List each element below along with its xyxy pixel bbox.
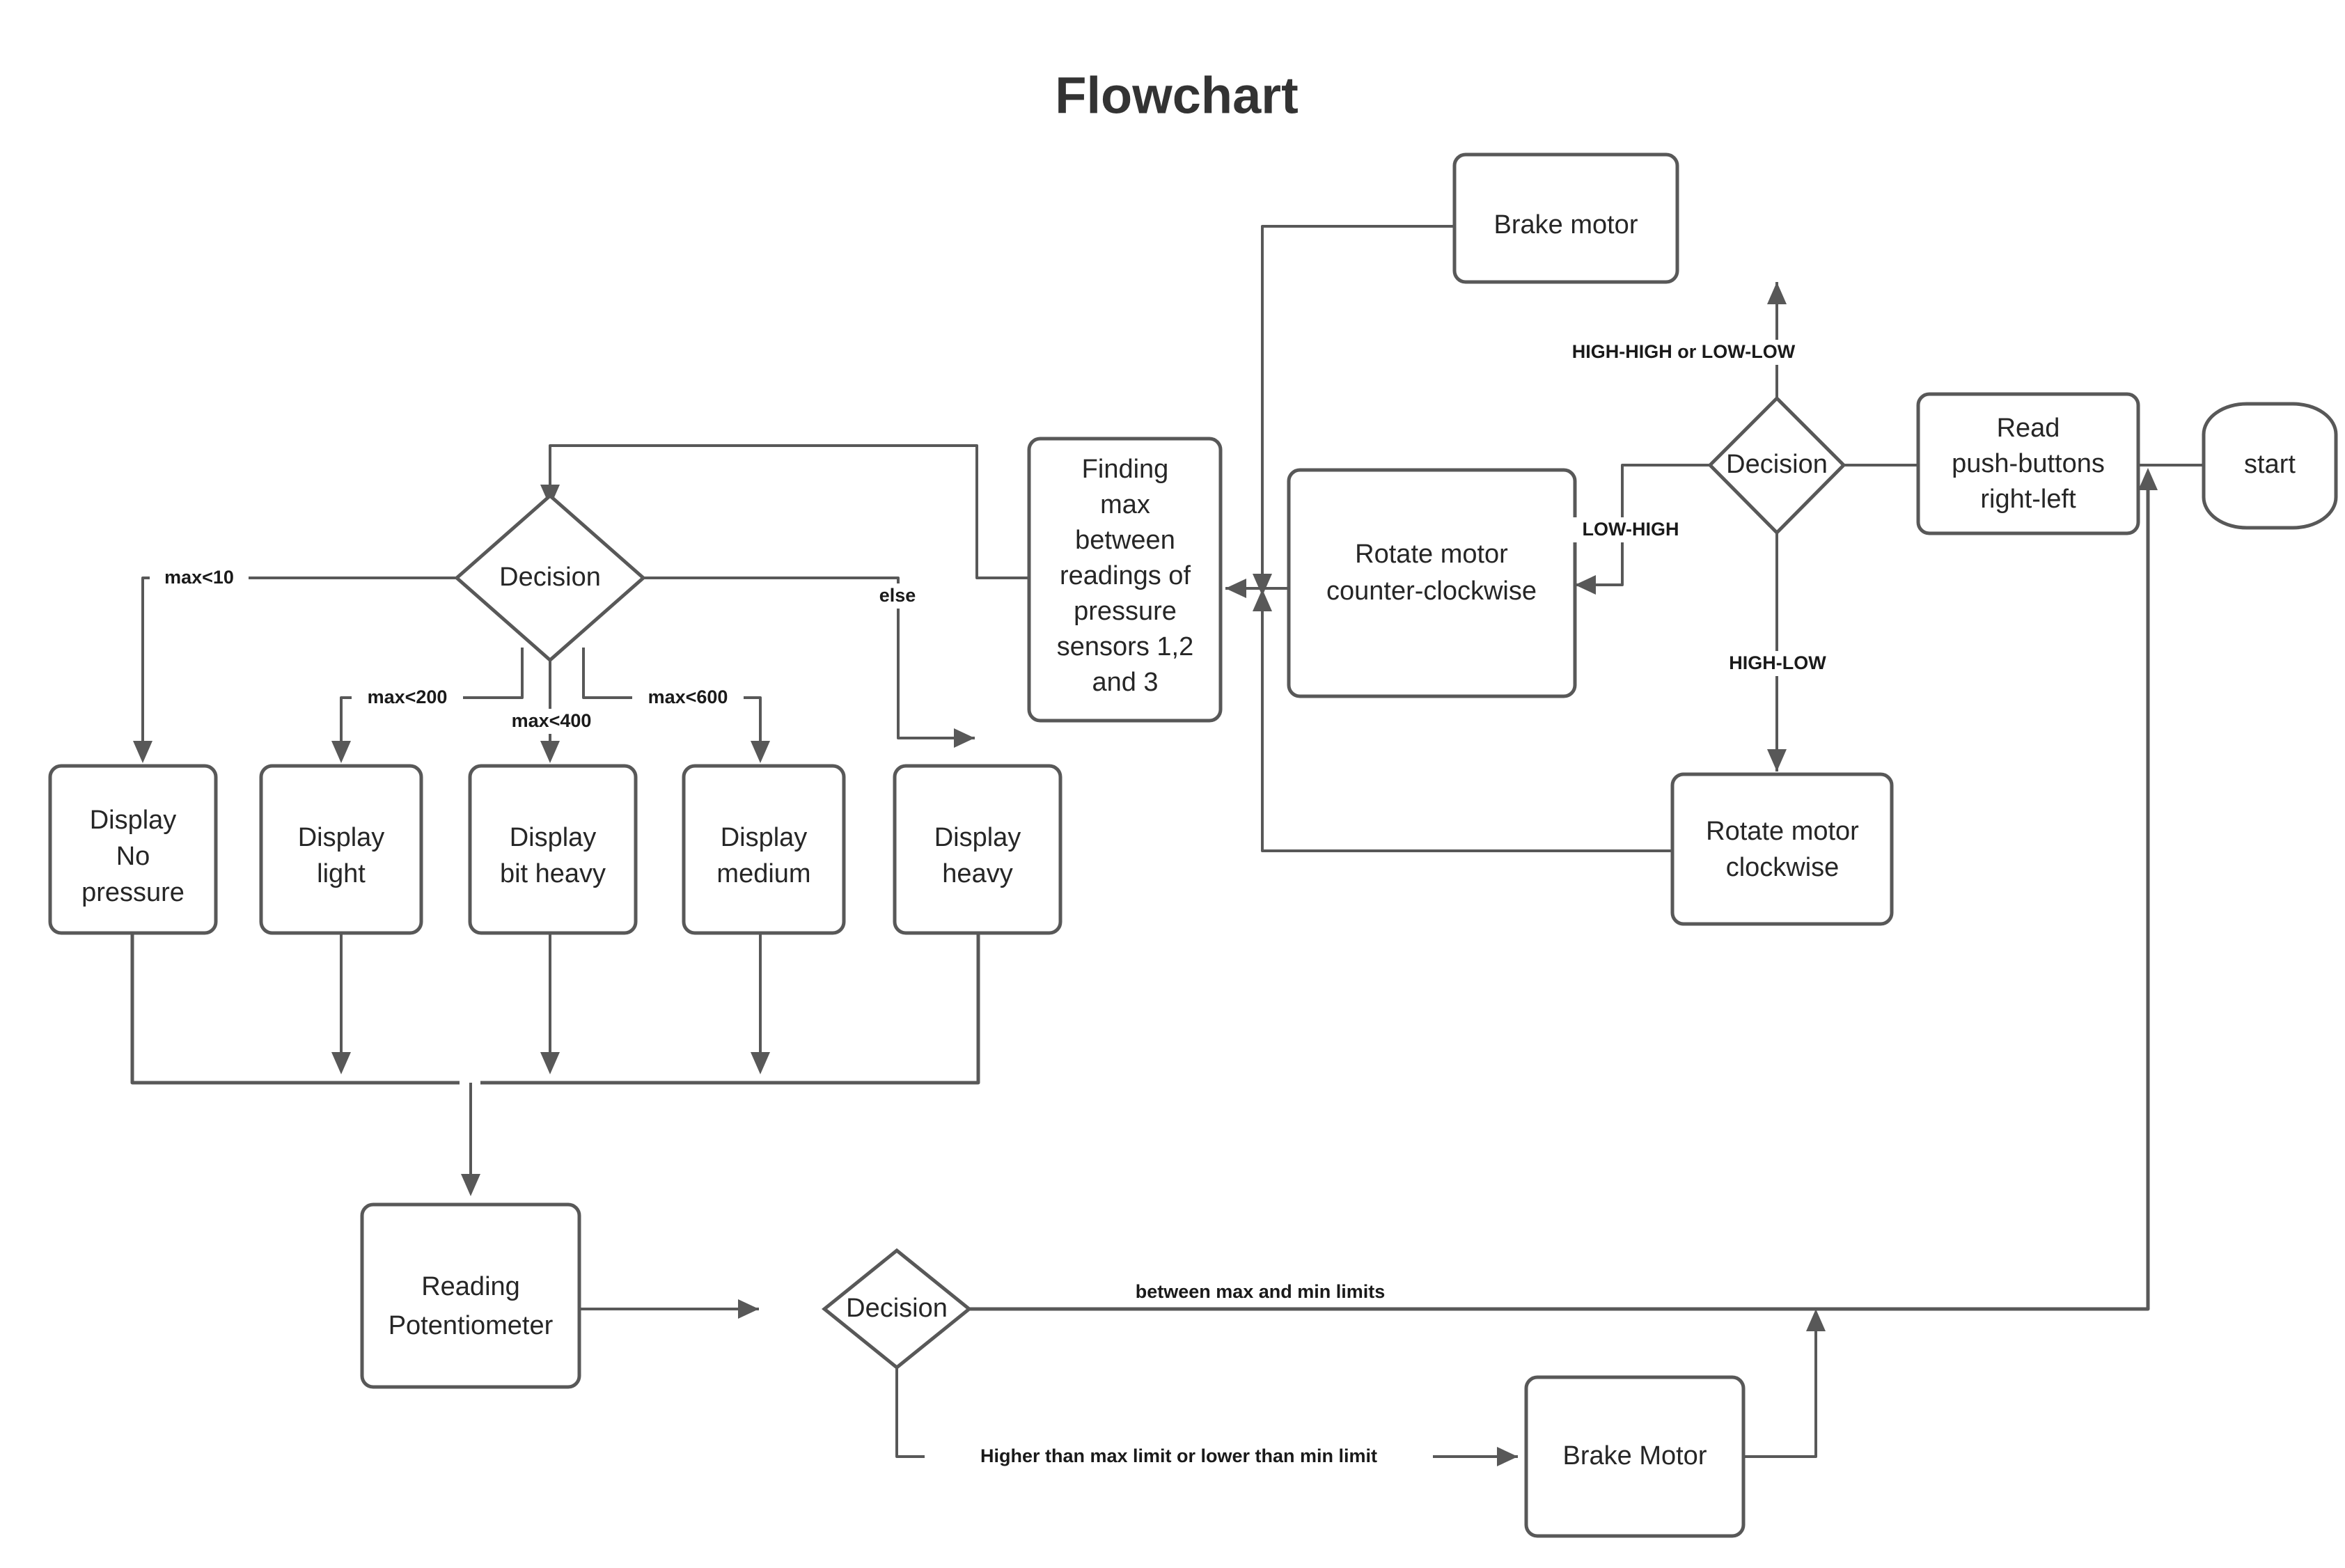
edge-label-else: else — [863, 583, 932, 609]
node-finding-max-line5: pressure — [1074, 597, 1177, 626]
node-finding-max-line2: max — [1100, 490, 1150, 519]
node-brake-motor-bottom[interactable]: Brake Motor — [1524, 1375, 1746, 1538]
node-brake-motor-bottom-label: Brake Motor — [1563, 1441, 1707, 1471]
node-rotate-cw-line1: Rotate motor — [1706, 817, 1859, 846]
node-finding-max-line1: Finding — [1082, 455, 1169, 484]
node-read-push-buttons[interactable]: Read push-buttons right-left — [1916, 392, 2140, 535]
node-read-push-buttons-line3: right-left — [1980, 485, 2076, 514]
node-display-bit-heavy-line2: bit heavy — [500, 859, 606, 888]
node-rotate-ccw[interactable]: Rotate motor counter-clockwise — [1287, 468, 1577, 698]
flowchart-svg: Flowchart start Read push-buttons right-… — [48, 67, 2338, 1538]
edge-label-high-low: HIGH-LOW — [1711, 651, 1844, 676]
edge-no-pressure-to-merge — [130, 933, 460, 1085]
node-finding-max-line3: between — [1075, 526, 1175, 555]
node-display-medium[interactable]: Display medium — [682, 764, 846, 935]
node-display-light-line2: light — [317, 859, 366, 888]
svg-text:LOW-HIGH: LOW-HIGH — [1583, 519, 1679, 540]
svg-text:max<400: max<400 — [512, 710, 592, 731]
svg-text:HIGH-LOW: HIGH-LOW — [1729, 652, 1826, 673]
node-read-push-buttons-line1: Read — [1997, 414, 2060, 443]
node-reading-potentiometer[interactable]: Reading Potentiometer — [360, 1202, 581, 1389]
node-brake-motor-top-label: Brake motor — [1494, 210, 1638, 240]
flowchart-canvas: Flowchart start Read push-buttons right-… — [0, 0, 2345, 1568]
node-brake-motor-top[interactable]: Brake motor — [1452, 152, 1679, 284]
edge-decision-max-to-no-pressure — [133, 577, 460, 763]
page-title: Flowchart — [1055, 67, 1298, 125]
node-rotate-ccw-line2: counter-clockwise — [1326, 577, 1537, 606]
edge-label-max-lt-200: max<200 — [352, 685, 463, 710]
node-reading-potentiometer-line2: Potentiometer — [389, 1311, 554, 1340]
node-reading-potentiometer-line1: Reading — [421, 1272, 520, 1301]
edge-label-max-lt-400: max<400 — [496, 709, 607, 734]
node-rotate-ccw-line1: Rotate motor — [1355, 540, 1508, 569]
node-display-no-pressure-line1: Display — [90, 806, 177, 835]
node-rotate-cw-line2: clockwise — [1726, 853, 1840, 882]
node-display-light[interactable]: Display light — [259, 764, 423, 935]
node-display-no-pressure-line2: No — [116, 842, 150, 871]
node-finding-max-line6: sensors 1,2 — [1057, 632, 1193, 661]
edge-label-between-limits: between max and min limits — [1093, 1280, 1427, 1305]
node-start-label: start — [2244, 450, 2296, 479]
edge-bit-heavy-to-merge — [540, 933, 560, 1074]
svg-text:max<200: max<200 — [368, 687, 448, 707]
node-read-push-buttons-line2: push-buttons — [1952, 449, 2105, 478]
svg-text:between max and min limits: between max and min limits — [1136, 1281, 1386, 1302]
node-display-heavy-line2: heavy — [942, 859, 1012, 888]
edge-merge-to-reading-potentiometer — [461, 1083, 480, 1196]
node-rotate-cw[interactable]: Rotate motor clockwise — [1670, 772, 1894, 926]
svg-text:else: else — [879, 585, 916, 606]
edge-reading-to-decision-limits — [579, 1299, 759, 1319]
node-display-no-pressure[interactable]: Display No pressure — [48, 764, 218, 935]
edge-label-high-high-or-low-low: HIGH-HIGH or LOW-LOW — [1537, 340, 1830, 365]
edge-brake-bottom-to-return — [1741, 1309, 1826, 1458]
node-display-bit-heavy[interactable]: Display bit heavy — [468, 764, 638, 935]
svg-text:HIGH-HIGH or LOW-LOW: HIGH-HIGH or LOW-LOW — [1572, 341, 1796, 362]
node-display-heavy-line1: Display — [934, 823, 1021, 852]
node-display-medium-line2: medium — [716, 859, 810, 888]
svg-text:Higher than max limit or lower: Higher than max limit or lower than min … — [980, 1445, 1377, 1466]
edge-label-outside-limits: Higher than max limit or lower than min … — [925, 1444, 1433, 1469]
node-display-bit-heavy-line1: Display — [510, 823, 597, 852]
node-display-heavy[interactable]: Display heavy — [893, 764, 1062, 935]
edge-label-max-lt-600: max<600 — [632, 685, 744, 710]
edge-light-to-merge — [331, 933, 351, 1074]
node-decision-max[interactable]: Decision — [454, 493, 646, 663]
node-display-light-line1: Display — [298, 823, 385, 852]
node-decision-buttons[interactable]: Decision — [1707, 395, 1846, 535]
node-decision-limits-label: Decision — [846, 1294, 948, 1323]
node-decision-max-label: Decision — [499, 563, 601, 592]
edge-label-low-high: LOW-HIGH — [1567, 517, 1695, 542]
node-display-no-pressure-line3: pressure — [81, 878, 185, 907]
node-start[interactable]: start — [2202, 402, 2338, 530]
node-display-medium-line1: Display — [721, 823, 808, 852]
edge-label-max-lt-10: max<10 — [150, 565, 249, 590]
node-decision-buttons-label: Decision — [1726, 450, 1828, 479]
node-decision-limits[interactable]: Decision — [822, 1248, 972, 1370]
edge-medium-to-merge — [751, 933, 770, 1074]
edge-decision-max-to-bit-heavy — [540, 648, 560, 763]
node-finding-max-line7: and 3 — [1092, 668, 1158, 697]
svg-text:max<10: max<10 — [164, 567, 234, 588]
svg-text:max<600: max<600 — [648, 687, 728, 707]
node-finding-max[interactable]: Finding max between readings of pressure… — [1027, 437, 1223, 723]
node-finding-max-line4: readings of — [1060, 561, 1191, 590]
